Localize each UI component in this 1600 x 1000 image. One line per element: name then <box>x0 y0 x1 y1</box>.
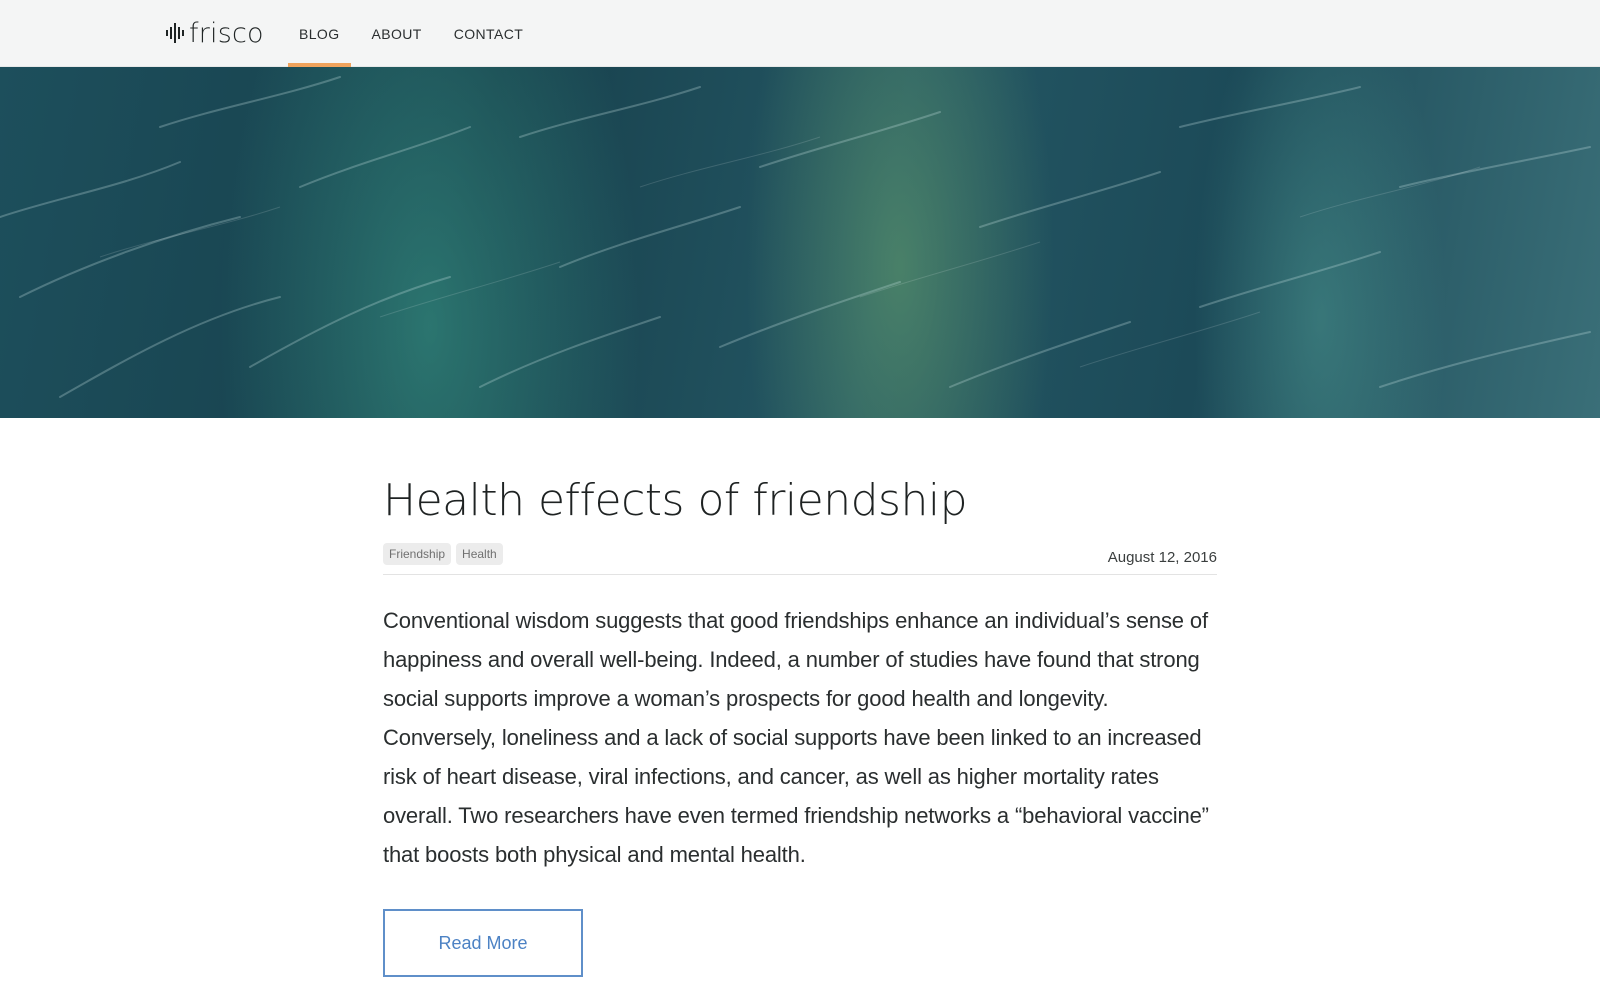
post-meta: Friendship Health August 12, 2016 <box>383 543 1217 575</box>
ocean-water-texture <box>0 76 1591 398</box>
post-title: Health effects of friendship <box>383 475 968 526</box>
site-logo[interactable]: frisco <box>166 16 264 50</box>
tag-health[interactable]: Health <box>456 543 503 565</box>
tag-list: Friendship Health <box>383 543 1217 565</box>
hero-banner-image <box>0 67 1600 418</box>
post-excerpt: Conventional wisdom suggests that good f… <box>383 608 1209 867</box>
logo-text: frisco <box>189 17 264 49</box>
nav-item-blog[interactable]: BLOG <box>288 0 351 68</box>
read-more-button[interactable]: Read More <box>383 909 583 977</box>
nav-item-contact[interactable]: CONTACT <box>443 0 534 67</box>
nav-item-about[interactable]: ABOUT <box>361 0 433 67</box>
main-nav: BLOG ABOUT CONTACT <box>288 0 544 68</box>
sound-wave-icon <box>166 23 184 43</box>
blog-post: Health effects of friendship Friendship … <box>383 470 1217 977</box>
top-navigation-bar: frisco BLOG ABOUT CONTACT <box>0 0 1600 68</box>
post-date: August 12, 2016 <box>1107 549 1217 566</box>
tag-friendship[interactable]: Friendship <box>383 543 452 565</box>
